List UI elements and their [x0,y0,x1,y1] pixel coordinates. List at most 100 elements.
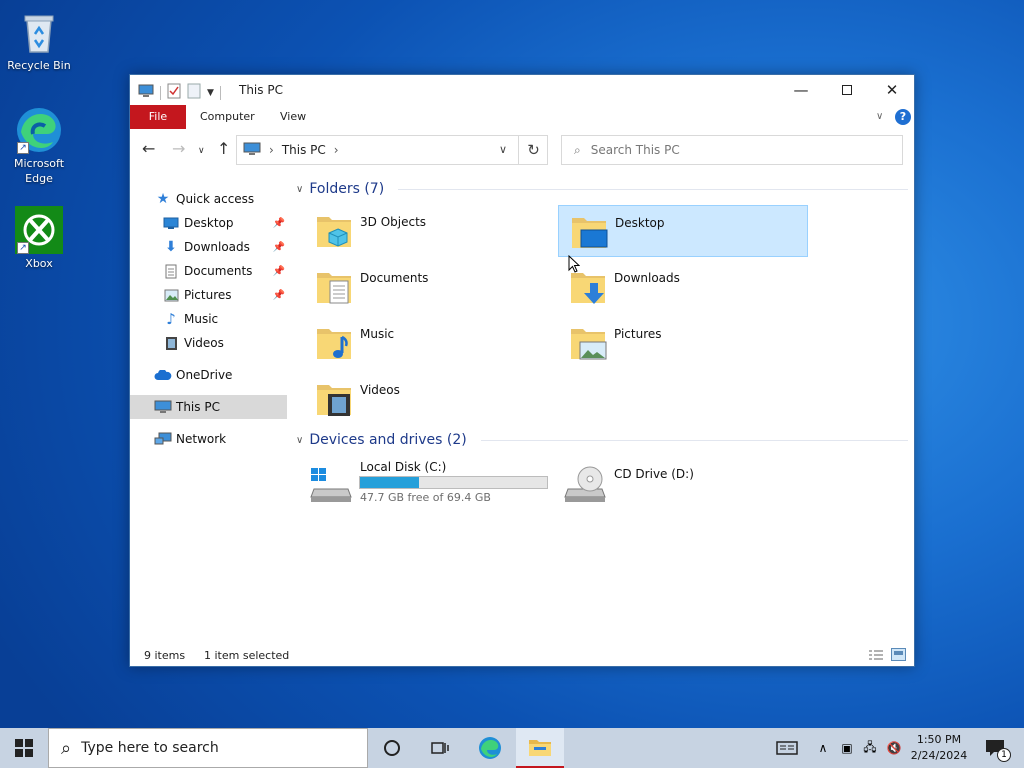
group-title: Devices and drives (2) [309,432,467,448]
folder-downloads[interactable]: Downloads [558,261,808,313]
folder-name: Music [360,327,395,341]
sidebar-item-label: This PC [176,400,220,414]
new-folder-icon[interactable] [187,83,201,102]
network-icon [154,431,172,447]
back-button[interactable]: ← [142,141,155,157]
desktop-icon-recycle-bin[interactable]: Recycle Bin [6,8,72,73]
desktop-icon-label: Microsoft Edge [13,157,65,185]
divider [160,85,161,100]
folder-name: Documents [360,271,429,285]
group-title: Folders (7) [309,181,385,197]
divider [219,85,221,100]
film-icon [162,335,180,351]
sidebar-item-pictures[interactable]: Pictures 📌 [130,283,287,307]
task-view-button[interactable] [420,728,460,768]
sidebar-item-this-pc[interactable]: This PC [130,395,287,419]
desktop-icon-xbox[interactable]: ↗ Xbox [6,206,72,271]
breadcrumb-this-pc[interactable]: This PC [282,143,326,157]
show-hidden-icons-button[interactable]: ∧ [814,728,832,768]
start-button[interactable] [0,728,48,768]
taskbar: ⌕ Type here to search ∧ ▣ 🖧 🔇 1:50 PM 2/… [0,728,1024,768]
drive-local-disk-c[interactable]: Local Disk (C:) 47.7 GB free of 69.4 GB [304,457,554,509]
drive-free-space: 47.7 GB free of 69.4 GB [360,491,491,504]
taskbar-edge-button[interactable] [470,728,510,768]
desktop-icon-label: Xbox [25,257,53,270]
forward-button[interactable]: → [172,141,185,157]
sidebar-item-label: Desktop [184,216,234,230]
devices-group-header[interactable]: ∨ Devices and drives (2) [296,432,908,448]
up-button[interactable]: ↑ [217,141,230,157]
sidebar-item-music[interactable]: ♪ Music [130,307,287,331]
details-view-icon[interactable] [868,649,884,664]
desktop-icon-edge[interactable]: ↗ Microsoft Edge [6,106,72,186]
folder-desktop[interactable]: Desktop [558,205,808,257]
close-button[interactable]: ✕ [869,75,915,105]
sidebar-item-downloads[interactable]: ⬇ Downloads 📌 [130,235,287,259]
tab-computer[interactable]: Computer [188,105,267,129]
cd-drive-icon [564,466,606,502]
tab-file[interactable]: File [130,105,186,129]
sidebar-item-network[interactable]: Network [130,427,287,451]
folder-3d-objects[interactable]: 3D Objects [304,205,554,257]
folder-documents[interactable]: Documents [304,261,554,313]
folder-videos[interactable]: Videos [304,373,554,425]
volume-button[interactable]: 🔇 [884,728,904,768]
refresh-button[interactable]: ↻ [518,135,548,165]
sidebar-item-label: Pictures [184,288,232,302]
desktop-folder-icon [572,218,608,248]
large-icons-view-icon[interactable] [891,648,906,664]
drive-usage-fill [360,477,419,488]
pin-icon[interactable]: 📌 [273,242,285,253]
address-bar[interactable]: › This PC › ∨ [236,135,548,165]
videos-folder-icon [317,385,351,416]
search-box[interactable]: ⌕ Search This PC [561,135,903,165]
expand-ribbon-icon[interactable]: ∨ [876,111,883,122]
recent-locations-button[interactable]: ∨ [198,143,205,159]
network-icon: 🖧 [863,739,877,754]
recycle-bin-icon [15,8,63,56]
download-arrow-icon: ⬇ [165,239,177,255]
breadcrumb-separator: › [269,143,274,157]
folders-group-header[interactable]: ∨ Folders (7) [296,181,908,197]
cortana-button[interactable] [372,728,412,768]
sidebar-item-desktop[interactable]: Desktop 📌 [130,211,287,235]
pin-icon[interactable]: 📌 [273,266,285,277]
sidebar-item-quick-access[interactable]: ★ Quick access [130,187,287,211]
search-input[interactable]: Search This PC [591,143,680,157]
properties-icon[interactable] [167,83,181,102]
close-icon: ✕ [885,81,899,99]
chevron-down-icon: ∨ [296,183,304,195]
meet-now-button[interactable]: ▣ [838,728,856,768]
minimize-button[interactable]: — [778,75,824,105]
sidebar-item-label: Videos [184,336,224,350]
clock[interactable]: 1:50 PM 2/24/2024 [906,732,972,764]
news-widget-button[interactable] [772,728,802,768]
folder-name: 3D Objects [360,215,427,229]
folder-music[interactable]: Music [304,317,554,369]
3d-objects-folder-icon [317,217,351,247]
folder-name: Pictures [614,327,662,341]
computer-icon [154,399,172,415]
help-icon[interactable]: ? [895,109,911,125]
taskbar-file-explorer-button[interactable] [516,728,564,768]
sidebar-item-videos[interactable]: Videos [130,331,287,355]
quick-access-toolbar: ▼ [138,83,221,102]
notification-center-button[interactable]: 1 [978,728,1012,768]
divider [398,188,908,190]
desktop-folder-icon [162,215,180,231]
drive-cd-d[interactable]: CD Drive (D:) [558,457,808,509]
clock-date: 2/24/2024 [910,749,968,762]
shortcut-arrow-icon: ↗ [17,142,29,154]
pin-icon[interactable]: 📌 [273,290,285,301]
sidebar-item-documents[interactable]: Documents 📌 [130,259,287,283]
pin-icon[interactable]: 📌 [273,218,285,229]
network-tray-button[interactable]: 🖧 [860,728,880,768]
folder-pictures[interactable]: Pictures [558,317,808,369]
taskbar-search-box[interactable]: ⌕ Type here to search [48,728,368,768]
address-dropdown-icon[interactable]: ∨ [499,143,507,156]
maximize-button[interactable] [824,75,870,105]
customize-toolbar-icon[interactable]: ▼ [207,88,214,98]
sidebar-item-onedrive[interactable]: OneDrive [130,363,287,387]
taskbar-search-input[interactable]: Type here to search [81,740,219,756]
tab-view[interactable]: View [268,105,318,129]
